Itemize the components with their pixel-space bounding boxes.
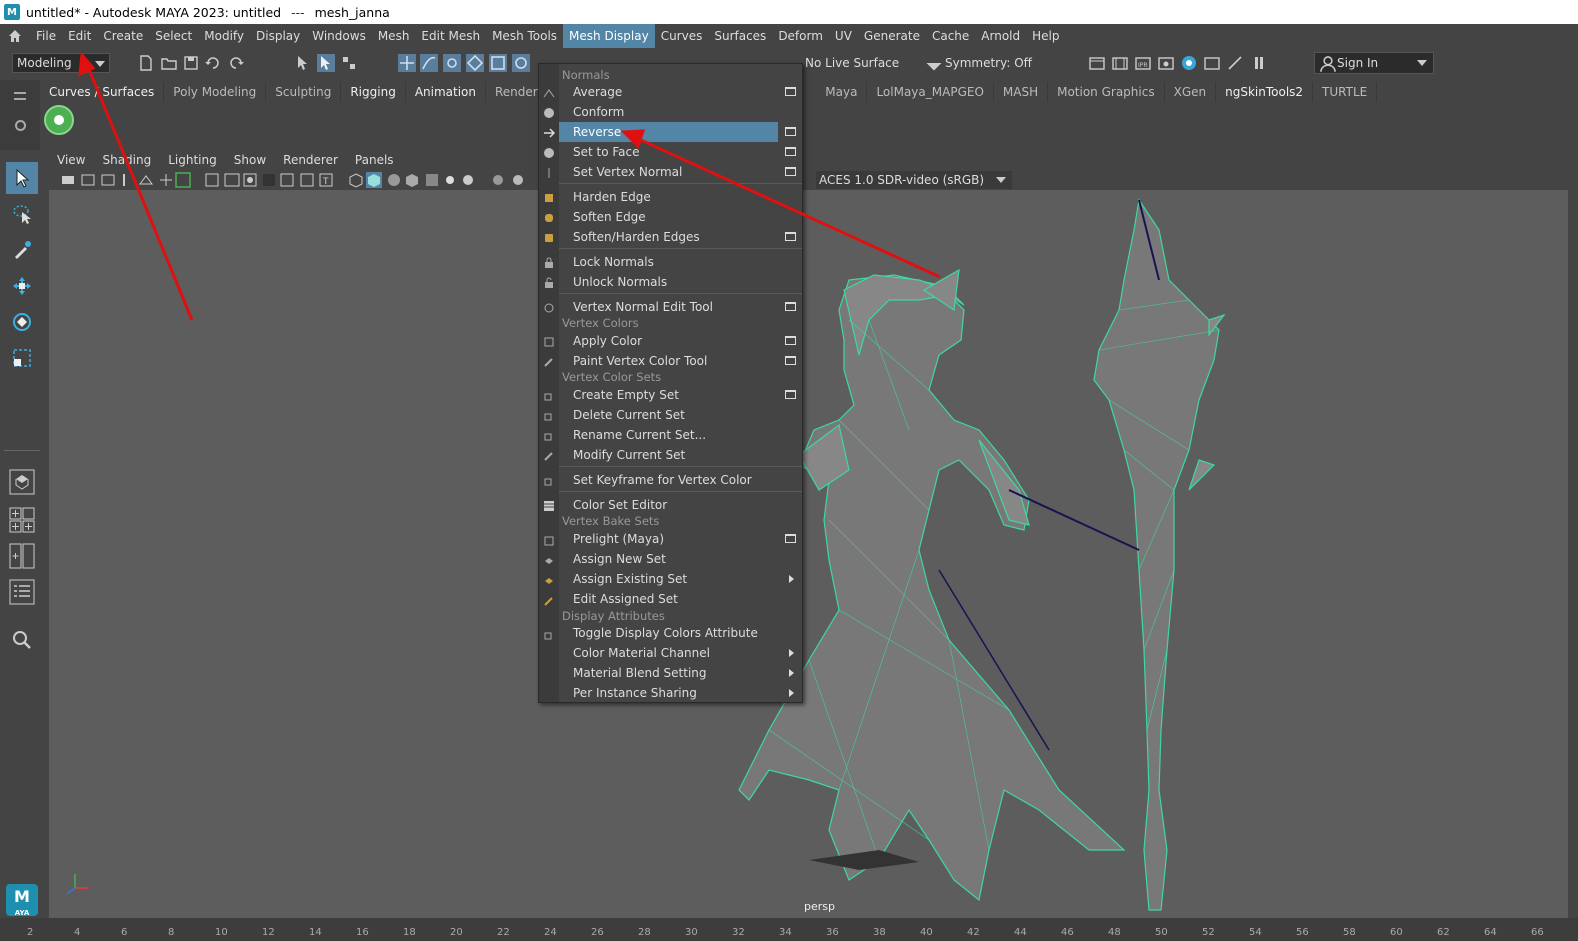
annotation-arrow-modeling xyxy=(84,61,194,321)
annotation-arrows xyxy=(78,51,941,321)
arrowhead-icon xyxy=(620,129,646,149)
annotation-arrow-reverse xyxy=(631,134,941,279)
